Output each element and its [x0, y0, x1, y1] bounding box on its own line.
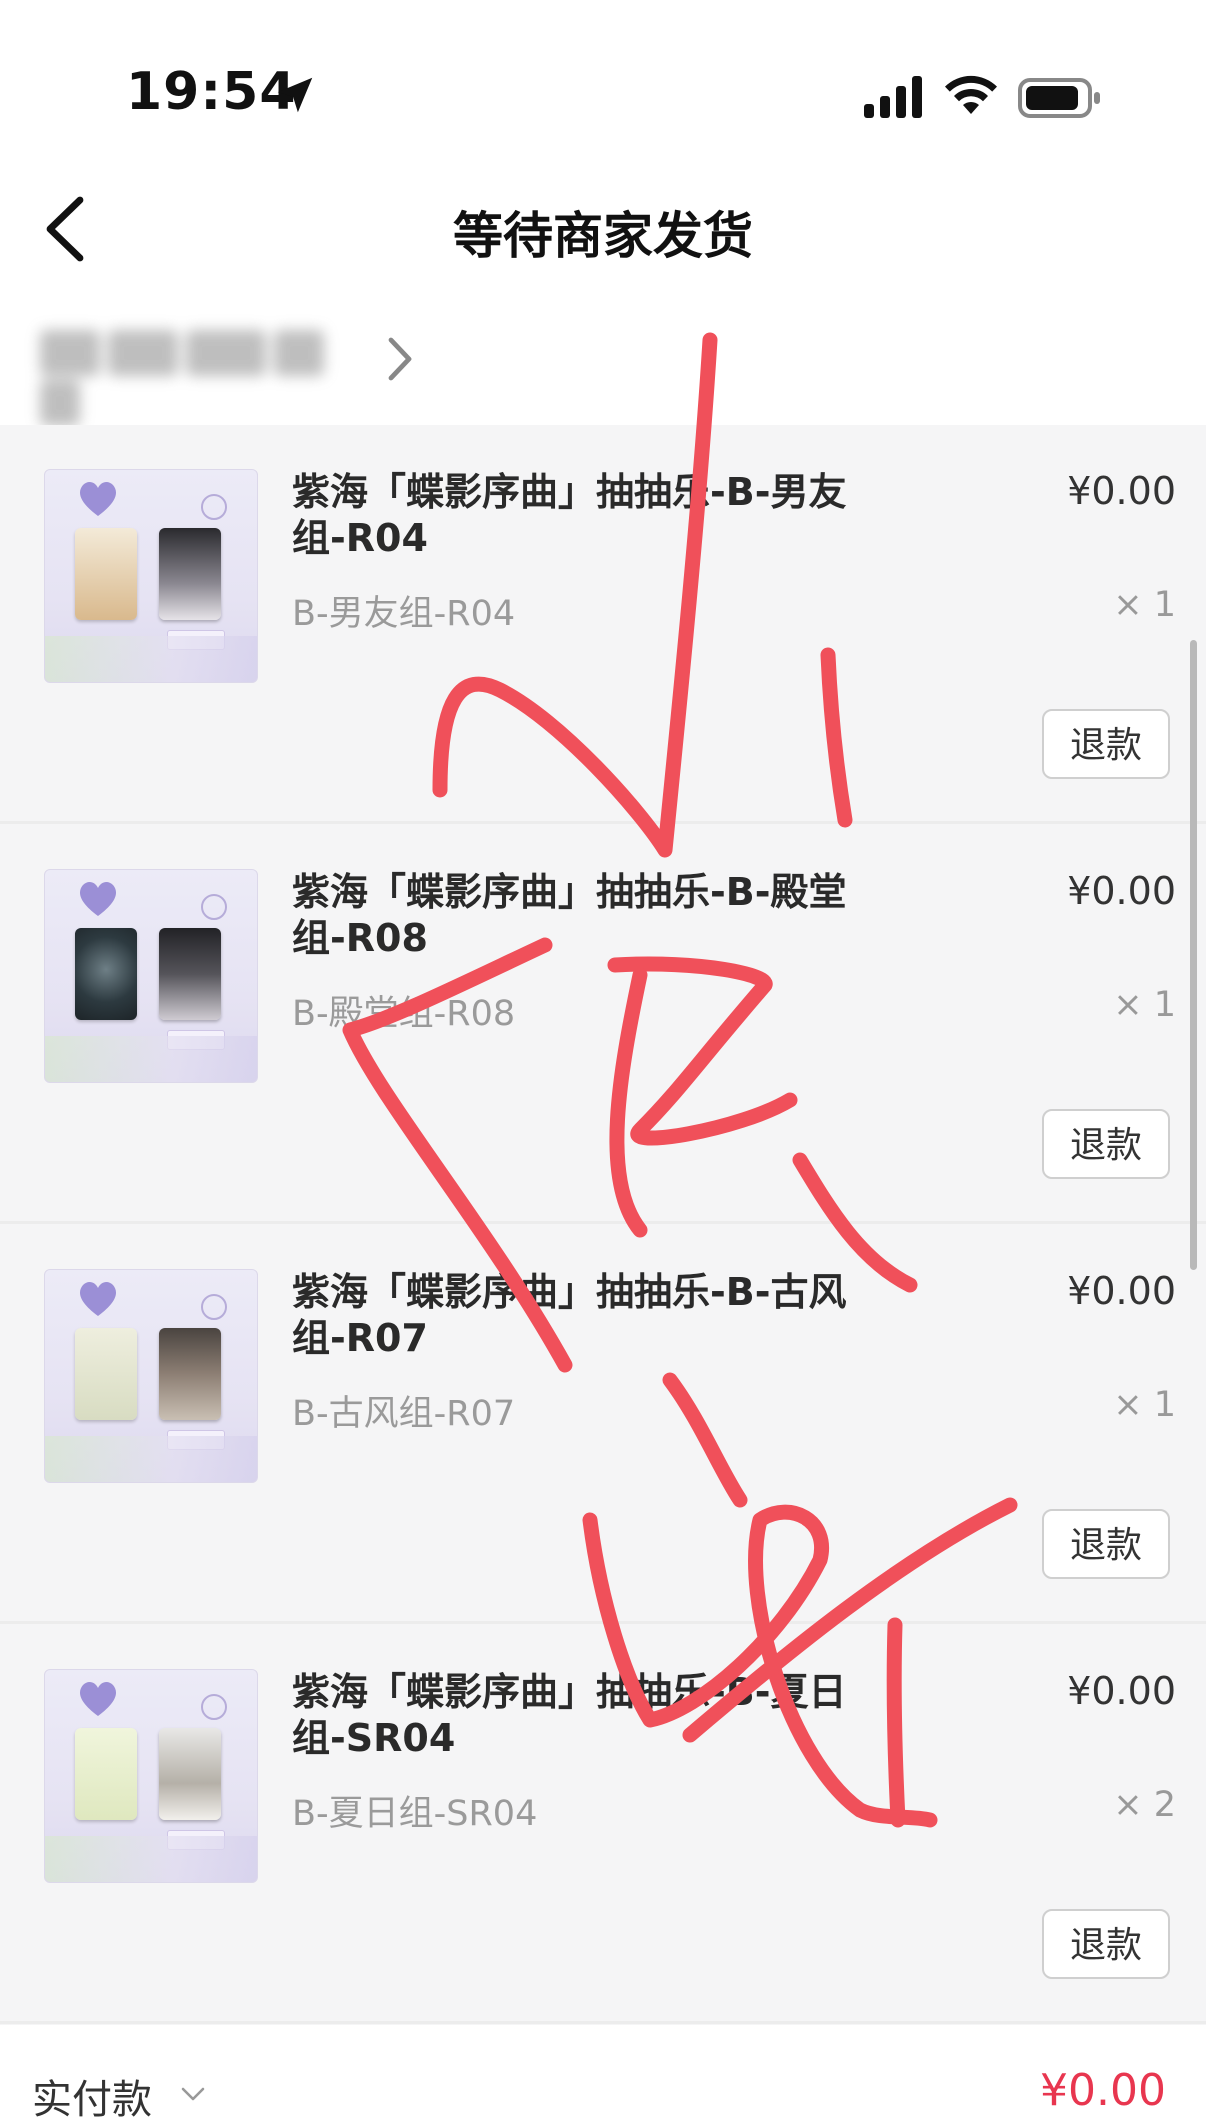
card-photo [159, 1328, 221, 1420]
item-price: ¥0.00 [1067, 869, 1176, 913]
item-price: ¥0.00 [1067, 469, 1176, 513]
heart-logo-icon [79, 881, 117, 916]
card-image [75, 528, 137, 620]
signal-icon [864, 76, 922, 118]
heart-logo-icon [79, 1681, 117, 1716]
list-item[interactable]: 紫海「蝶影序曲」抽抽乐-B-古风组-R07 B-古风组-R07 ¥0.00 × … [0, 1225, 1206, 1624]
wifi-icon [945, 75, 997, 114]
product-thumbnail[interactable] [44, 1669, 258, 1883]
paid-amount: ¥0.00 [1040, 2065, 1166, 2116]
payment-summary: 实付款 ¥0.00 [0, 2025, 1206, 2123]
status-time: 19:54 [126, 62, 297, 122]
paid-label: 实付款 [32, 2077, 152, 2123]
item-title[interactable]: 紫海「蝶影序曲」抽抽乐-B-古风组-R07 [292, 1269, 852, 1361]
heart-logo-icon [79, 481, 117, 516]
item-title[interactable]: 紫海「蝶影序曲」抽抽乐-B-夏日组-SR04 [292, 1669, 852, 1761]
decor-strip [45, 1436, 257, 1482]
chevron-down-icon[interactable] [178, 2083, 208, 2107]
item-quantity: × 2 [1113, 1785, 1176, 1825]
refund-button[interactable]: 退款 [1042, 1909, 1170, 1979]
chevron-right-icon [388, 337, 412, 381]
card-image [75, 1328, 137, 1420]
shop-row[interactable] [40, 330, 420, 426]
item-title[interactable]: 紫海「蝶影序曲」抽抽乐-B-殿堂组-R08 [292, 869, 852, 961]
badge-icon [201, 494, 227, 520]
heart-logo-icon [79, 1281, 117, 1316]
product-thumbnail[interactable] [44, 469, 258, 683]
card-image [75, 1728, 137, 1820]
list-item[interactable]: 紫海「蝶影序曲」抽抽乐-B-夏日组-SR04 B-夏日组-SR04 ¥0.00 … [0, 1625, 1206, 2024]
decor-strip [45, 636, 257, 682]
card-photo [159, 528, 221, 620]
item-quantity: × 1 [1113, 585, 1176, 625]
item-price: ¥0.00 [1067, 1269, 1176, 1313]
item-quantity: × 1 [1113, 985, 1176, 1025]
scrollbar[interactable] [1190, 640, 1197, 1270]
item-spec: B-古风组-R07 [292, 1394, 516, 1434]
refund-button[interactable]: 退款 [1042, 709, 1170, 779]
decor-strip [45, 1036, 257, 1082]
order-item-list: 紫海「蝶影序曲」抽抽乐-B-男友组-R04 B-男友组-R04 ¥0.00 × … [0, 425, 1206, 2025]
badge-icon [201, 1694, 227, 1720]
status-bar: 19:54 [0, 0, 1206, 190]
list-item[interactable]: 紫海「蝶影序曲」抽抽乐-B-男友组-R04 B-男友组-R04 ¥0.00 × … [0, 425, 1206, 824]
battery-icon [1018, 78, 1100, 118]
refund-button[interactable]: 退款 [1042, 1109, 1170, 1179]
item-spec: B-殿堂组-R08 [292, 994, 516, 1034]
location-arrow-icon [277, 77, 313, 113]
card-photo [159, 928, 221, 1020]
badge-icon [201, 1294, 227, 1320]
item-spec: B-夏日组-SR04 [292, 1794, 538, 1834]
product-thumbnail[interactable] [44, 869, 258, 1083]
card-photo [159, 1728, 221, 1820]
refund-button[interactable]: 退款 [1042, 1509, 1170, 1579]
product-thumbnail[interactable] [44, 1269, 258, 1483]
badge-icon [201, 894, 227, 920]
item-price: ¥0.00 [1067, 1669, 1176, 1713]
card-image [75, 928, 137, 1020]
item-quantity: × 1 [1113, 1385, 1176, 1425]
decor-strip [45, 1836, 257, 1882]
shop-name-blurred [40, 330, 370, 426]
item-spec: B-男友组-R04 [292, 594, 516, 634]
page-title: 等待商家发货 [453, 207, 753, 265]
list-item[interactable]: 紫海「蝶影序曲」抽抽乐-B-殿堂组-R08 B-殿堂组-R08 ¥0.00 × … [0, 825, 1206, 1224]
item-title[interactable]: 紫海「蝶影序曲」抽抽乐-B-男友组-R04 [292, 469, 852, 561]
